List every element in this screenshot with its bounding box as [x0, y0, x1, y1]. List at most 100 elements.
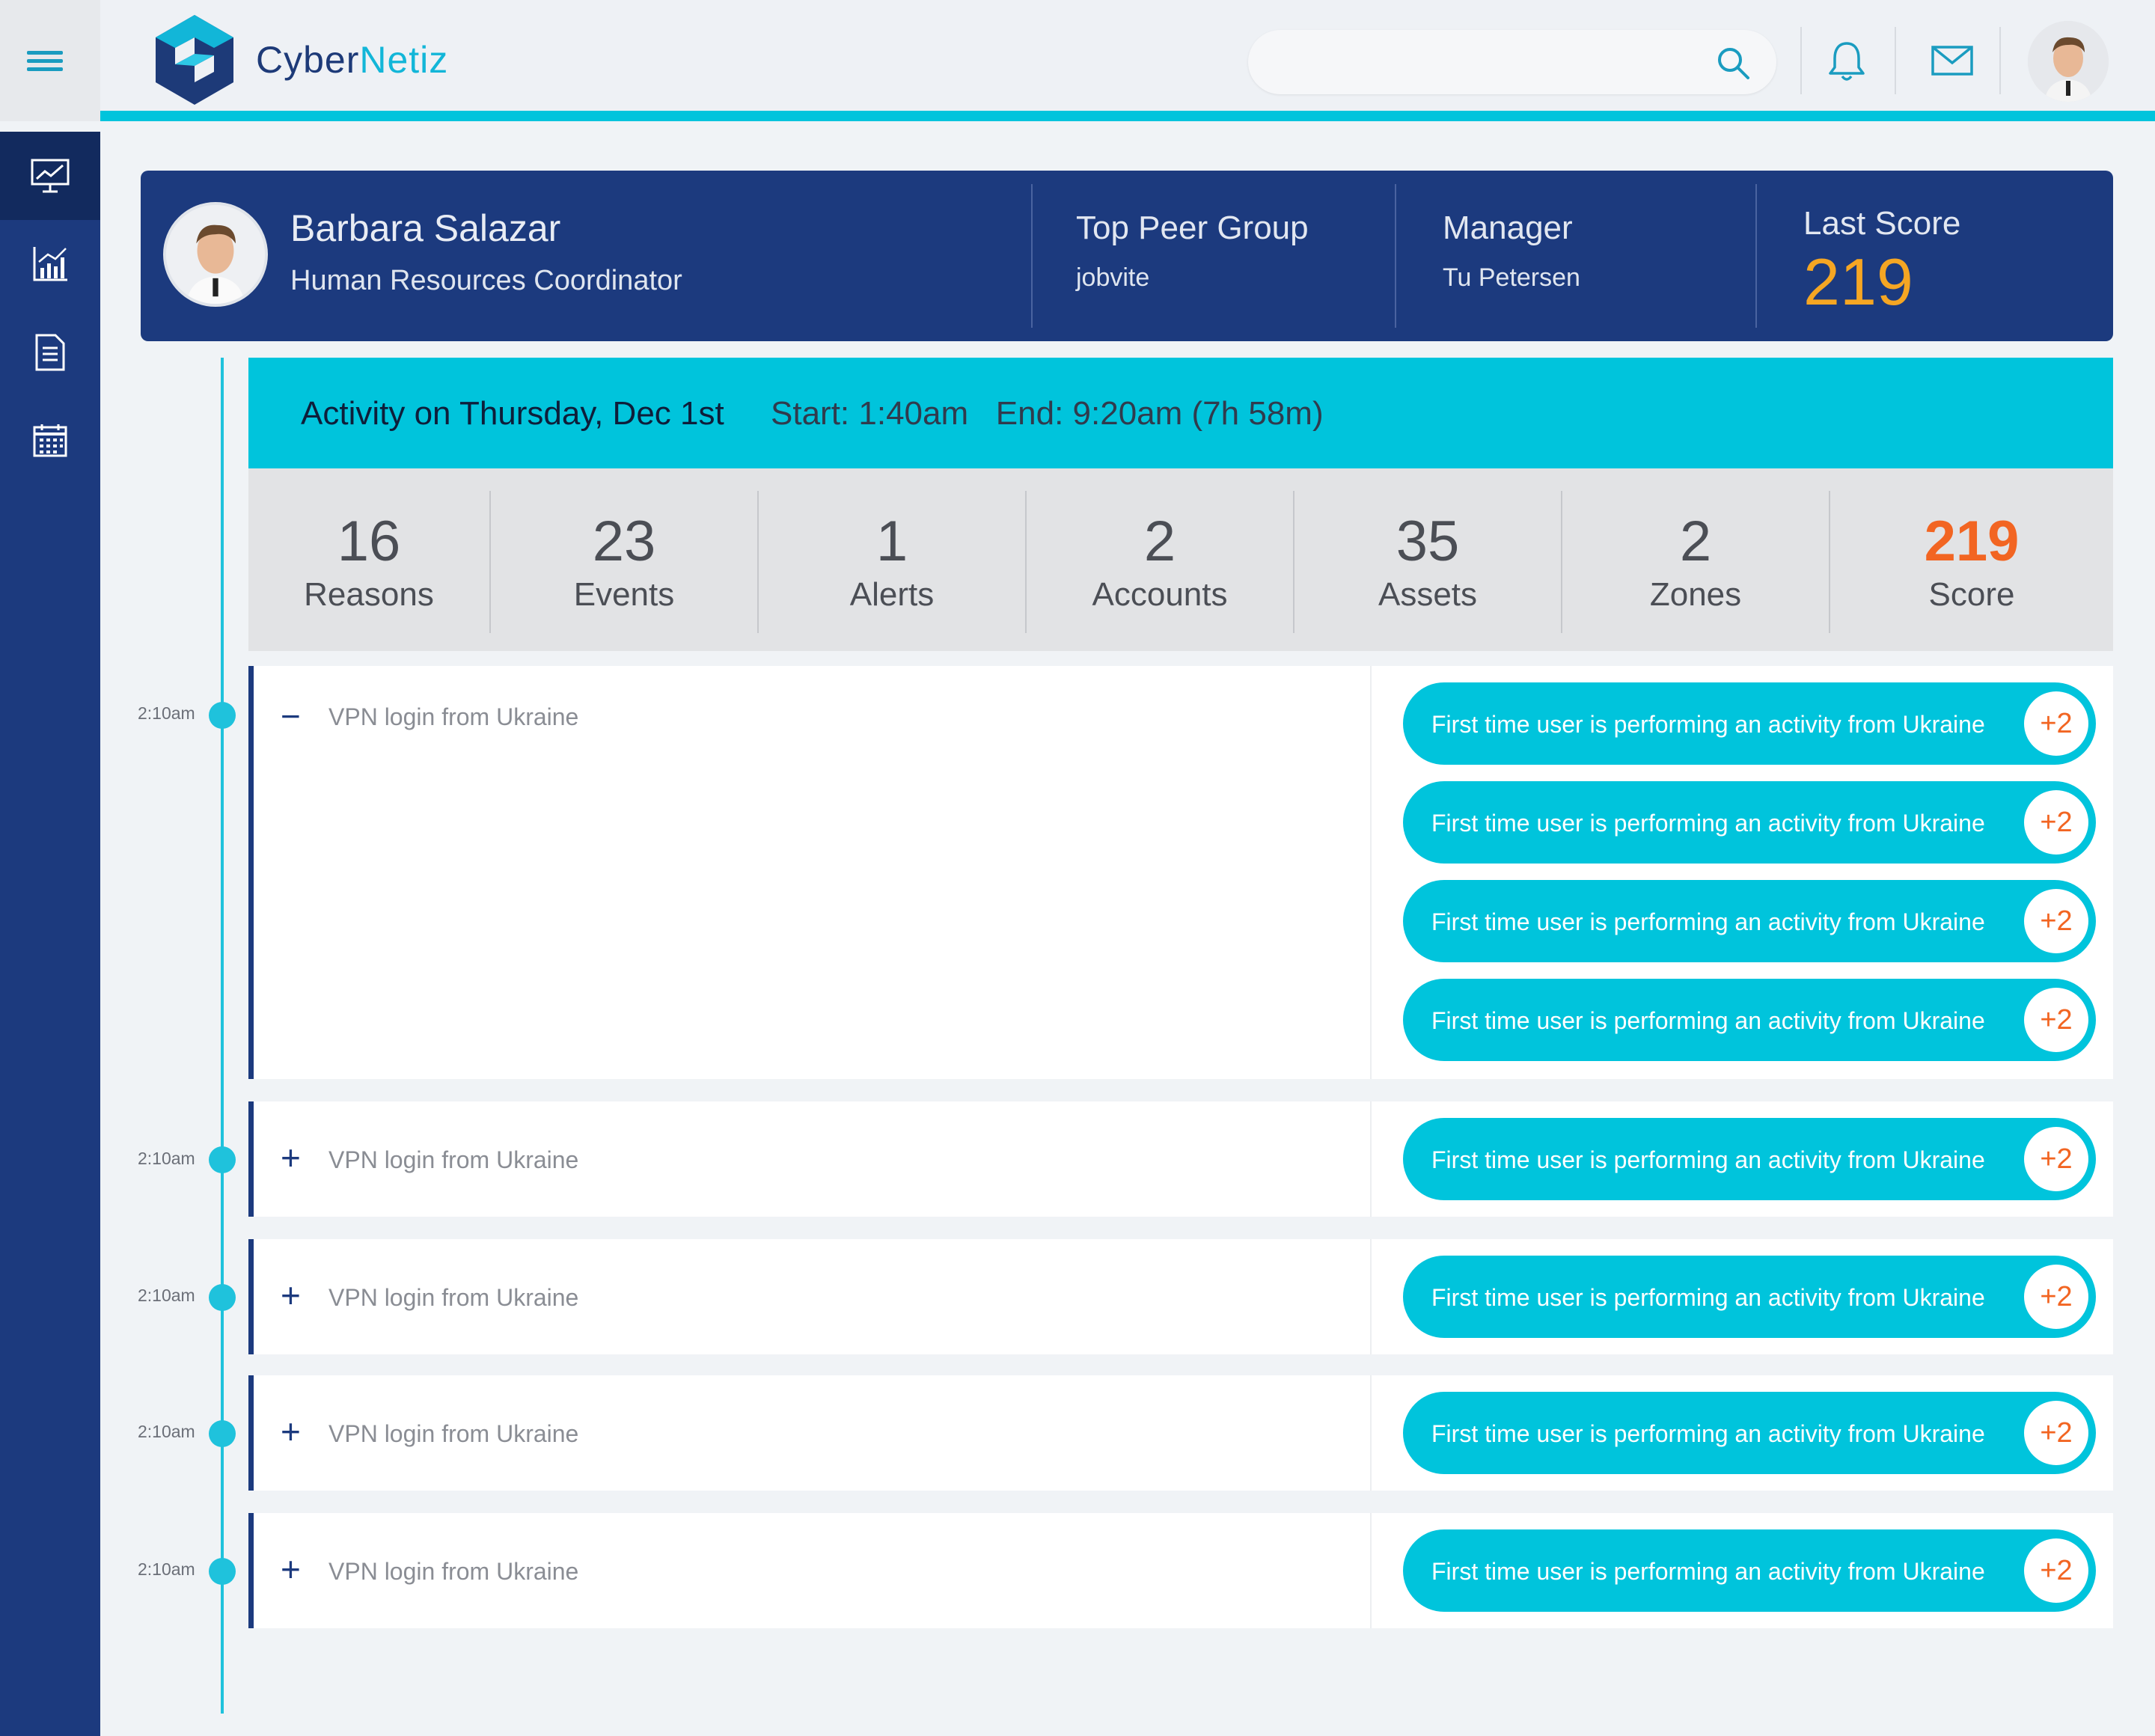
stat-events[interactable]: 23 Events [491, 513, 757, 614]
expand-icon[interactable]: + [281, 1414, 301, 1449]
activity-time-range: Start: 1:40am End: 9:20am (7h 58m) [771, 395, 1324, 432]
expand-icon[interactable]: + [281, 1552, 301, 1586]
reason-text: First time user is performing an activit… [1431, 810, 1985, 837]
stat-alerts[interactable]: 1 Alerts [759, 513, 1025, 614]
bell-icon[interactable] [1826, 39, 1868, 84]
avatar [163, 202, 268, 307]
last-score-value: 219 [1803, 245, 1913, 319]
peer-group-label: Top Peer Group [1076, 210, 1309, 246]
reason-score-badge: +2 [2024, 889, 2088, 953]
menu-button[interactable] [0, 0, 100, 121]
reason-pill[interactable]: First time user is performing an activit… [1403, 880, 2096, 962]
reason-text: First time user is performing an activit… [1431, 1558, 1985, 1585]
stat-label: Zones [1649, 576, 1742, 613]
stat-value: 35 [1396, 510, 1460, 573]
stat-value: 23 [592, 510, 656, 573]
stat-label: Reasons [304, 576, 434, 613]
profile-card: Barbara Salazar Human Resources Coordina… [141, 171, 2113, 341]
event-label: VPN login from Ukraine [328, 703, 579, 730]
event-label: VPN login from Ukraine [328, 1146, 579, 1173]
expand-icon[interactable]: + [281, 1140, 301, 1175]
reason-pill[interactable]: First time user is performing an activit… [1403, 682, 2096, 765]
reason-text: First time user is performing an activit… [1431, 711, 1985, 738]
stat-value: 16 [337, 510, 401, 573]
stat-value: 2 [1143, 510, 1176, 573]
divider [1370, 1239, 1372, 1354]
timeline-dot [209, 702, 236, 729]
divider [1031, 184, 1033, 328]
dashboard-icon [31, 159, 70, 193]
reason-pill[interactable]: First time user is performing an activit… [1403, 1118, 2096, 1200]
logo[interactable]: CyberNetiz [150, 12, 448, 108]
peer-group-value: jobvite [1076, 263, 1150, 292]
timeline-dot [209, 1420, 236, 1447]
search-input[interactable] [1248, 30, 1776, 94]
event-time: 2:10am [138, 1559, 195, 1579]
sidebar-item-calendar[interactable] [0, 397, 100, 485]
sidebar-item-reports[interactable] [0, 308, 100, 397]
menu-icon [27, 51, 63, 72]
timeline-dot [209, 1146, 236, 1173]
divider [1755, 184, 1757, 328]
timeline-dot [209, 1558, 236, 1585]
divider [1370, 1375, 1372, 1491]
activity-title: Activity on Thursday, Dec 1st [301, 395, 724, 432]
stat-zones[interactable]: 2 Zones [1562, 513, 1829, 614]
event-row: + VPN login from Ukraine First time user… [248, 1239, 2113, 1354]
stat-value: 1 [875, 510, 908, 573]
stat-label: Score [1928, 576, 2015, 613]
reason-score-badge: +2 [2024, 1538, 2088, 1603]
reason-score-badge: +2 [2024, 1265, 2088, 1329]
logo-icon [156, 15, 233, 105]
manager-label: Manager [1443, 210, 1573, 246]
reason-pill[interactable]: First time user is performing an activit… [1403, 1529, 2096, 1612]
reason-pill[interactable]: First time user is performing an activit… [1403, 1392, 2096, 1474]
sidebar-item-analytics[interactable] [0, 220, 100, 308]
event-time: 2:10am [138, 1149, 195, 1168]
event-row: + VPN login from Ukraine First time user… [248, 1513, 2113, 1628]
stat-score[interactable]: 219 Score [1830, 513, 2113, 614]
divider [1370, 1513, 1372, 1628]
stat-accounts[interactable]: 2 Accounts [1027, 513, 1293, 614]
reason-score-badge: +2 [2024, 691, 2088, 756]
event-label: VPN login from Ukraine [328, 1284, 579, 1311]
event-time: 2:10am [138, 1286, 195, 1305]
last-score-label: Last Score [1803, 205, 1961, 242]
report-icon [35, 334, 65, 371]
event-label: VPN login from Ukraine [328, 1420, 579, 1447]
stat-label: Accounts [1092, 576, 1228, 613]
mail-icon[interactable] [1931, 45, 1974, 76]
manager-value: Tu Petersen [1443, 263, 1580, 292]
activity-stats: 16 Reasons 23 Events 1 Alerts 2 Accounts… [248, 468, 2113, 651]
reason-text: First time user is performing an activit… [1431, 1007, 1985, 1034]
reason-pill[interactable]: First time user is performing an activit… [1403, 781, 2096, 864]
reason-text: First time user is performing an activit… [1431, 1146, 1985, 1173]
reason-pill[interactable]: First time user is performing an activit… [1403, 979, 2096, 1061]
calendar-icon [33, 424, 67, 457]
reason-score-badge: +2 [2024, 988, 2088, 1052]
stat-assets[interactable]: 35 Assets [1294, 513, 1561, 614]
expand-icon[interactable]: + [281, 1278, 301, 1312]
divider [1395, 184, 1396, 328]
stat-reasons[interactable]: 16 Reasons [248, 513, 489, 614]
reason-text: First time user is performing an activit… [1431, 1420, 1985, 1447]
top-bar: CyberNetiz [0, 0, 2155, 121]
event-time: 2:10am [138, 1422, 195, 1441]
event-row: + VPN login from Ukraine First time user… [248, 1375, 2113, 1491]
search-icon[interactable] [1715, 45, 1751, 81]
event-row: + VPN login from Ukraine First time user… [248, 1101, 2113, 1217]
divider [1800, 27, 1802, 94]
event-label: VPN login from Ukraine [328, 1558, 579, 1585]
analytics-icon [33, 247, 67, 281]
collapse-icon[interactable]: − [281, 699, 301, 733]
timeline-dot [209, 1284, 236, 1311]
sidebar-item-dashboard[interactable] [0, 132, 100, 220]
brand-name: CyberNetiz [256, 39, 449, 81]
activity-header: Activity on Thursday, Dec 1st Start: 1:4… [248, 358, 2113, 468]
reason-score-badge: +2 [2024, 1127, 2088, 1191]
reason-pill[interactable]: First time user is performing an activit… [1403, 1256, 2096, 1338]
sidebar [0, 132, 100, 1736]
reason-score-badge: +2 [2024, 1401, 2088, 1465]
user-avatar[interactable] [2028, 21, 2109, 102]
timeline-line [221, 358, 224, 1714]
